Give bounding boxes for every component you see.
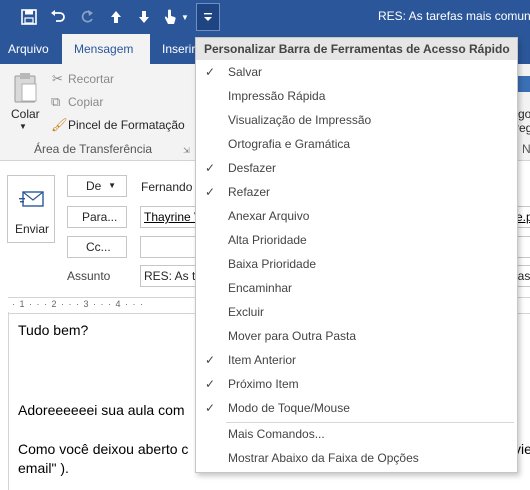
copy-icon: ⧉ (51, 94, 61, 109)
to-button[interactable]: Para... (67, 206, 127, 228)
menu-item-visualizacao-impressao[interactable]: Visualização de Impressão (196, 109, 517, 133)
redo-icon[interactable] (76, 6, 98, 28)
menu-item-proximo-item[interactable]: ✓ Próximo Item (196, 373, 517, 397)
menu-item-desfazer[interactable]: ✓ Desfazer (196, 157, 517, 181)
ruler-ticks: · 1 · · · 2 · · · 3 · · · 4 · · · (12, 299, 144, 309)
menu-item-ortografia[interactable]: Ortografia e Gramática (196, 133, 517, 157)
clipboard-icon[interactable] (12, 72, 40, 103)
send-label: Enviar (15, 222, 50, 236)
menu-item-mais-comandos[interactable]: Mais Comandos... (196, 423, 517, 447)
menu-item-mover-pasta[interactable]: Mover para Outra Pasta (196, 325, 517, 349)
customize-qat-menu: Personalizar Barra de Ferramentas de Ace… (195, 37, 518, 473)
menu-item-alta-prioridade[interactable]: Alta Prioridade (196, 229, 517, 253)
format-painter-label[interactable]: Pincel de Formatação (68, 118, 185, 132)
from-label: De (86, 179, 102, 193)
subject-value: RES: As ta (144, 269, 203, 283)
copy-label[interactable]: Copiar (68, 95, 103, 109)
tab-arquivo[interactable]: Arquivo (0, 34, 57, 64)
ribbon-partial-go: go (518, 107, 530, 121)
body-line-2[interactable]: Adoreeeeeei sua aula com (18, 402, 185, 418)
menu-item-anexar-arquivo[interactable]: Anexar Arquivo (196, 205, 517, 229)
menu-item-salvar[interactable]: ✓ Salvar (196, 61, 517, 85)
undo-icon[interactable] (47, 6, 69, 28)
dialog-launcher-icon[interactable]: ⇲ (183, 146, 190, 155)
subject-label: Assunto (67, 269, 111, 283)
checkmark-icon: ✓ (205, 377, 216, 391)
checkmark-icon: ✓ (205, 65, 216, 79)
body-line-1[interactable]: Tudo bem? (18, 322, 88, 338)
cc-button[interactable]: Cc... (67, 236, 127, 258)
format-painter-icon: 🖌 (51, 117, 68, 132)
tab-mensagem[interactable]: Mensagem (62, 34, 150, 64)
ribbon-partial-n: N (522, 142, 530, 156)
to-recipient-right[interactable]: e.p (516, 210, 530, 224)
from-chevron-icon: ▼ (108, 181, 116, 190)
menu-item-excluir[interactable]: Excluir (196, 301, 517, 325)
scissors-icon: ✂ (52, 71, 63, 86)
menu-item-baixa-prioridade[interactable]: Baixa Prioridade (196, 253, 517, 277)
paste-chevron-icon[interactable]: ▼ (19, 122, 27, 131)
menu-item-encaminhar[interactable]: Encaminhar (196, 277, 517, 301)
contact-icon[interactable] (516, 76, 530, 92)
touch-mouse-mode-icon[interactable] (159, 6, 181, 28)
customize-qat-button[interactable] (196, 3, 220, 31)
menu-header: Personalizar Barra de Ferramentas de Ace… (196, 38, 517, 60)
paste-label[interactable]: Colar (11, 107, 40, 121)
body-line-4[interactable]: email" ). (18, 460, 69, 476)
checkmark-icon: ✓ (205, 401, 216, 415)
body-line-3[interactable]: Como você deixou aberto c (18, 441, 188, 457)
to-recipient[interactable]: Thayrine V (144, 210, 202, 224)
from-value: Fernando (141, 180, 193, 194)
send-button[interactable]: Enviar (7, 175, 55, 243)
menu-item-item-anterior[interactable]: ✓ Item Anterior (196, 349, 517, 373)
menu-item-modo-toque-mouse[interactable]: ✓ Modo de Toque/Mouse (196, 397, 517, 421)
checkmark-icon: ✓ (205, 353, 216, 367)
body-left-border (8, 312, 9, 490)
send-envelope-icon (19, 191, 44, 207)
checkmark-icon: ✓ (205, 185, 216, 199)
previous-item-icon[interactable] (105, 6, 127, 28)
checkmark-icon: ✓ (205, 161, 216, 175)
title-bar: ▼ RES: As tarefas mais comuns, (0, 0, 530, 34)
menu-item-refazer[interactable]: ✓ Refazer (196, 181, 517, 205)
cut-label[interactable]: Recortar (68, 72, 114, 86)
menu-item-mostrar-abaixo[interactable]: Mostrar Abaixo da Faixa de Opções (196, 447, 517, 471)
from-button[interactable]: De ▼ (67, 175, 127, 197)
window-title: RES: As tarefas mais comuns, (378, 9, 530, 23)
next-item-icon[interactable] (133, 6, 155, 28)
menu-item-impressao-rapida[interactable]: Impressão Rápida (196, 85, 517, 109)
touch-mode-chevron-icon[interactable]: ▼ (180, 6, 190, 28)
save-icon[interactable] (18, 6, 40, 28)
clipboard-group-label: Área de Transferência (34, 142, 153, 156)
